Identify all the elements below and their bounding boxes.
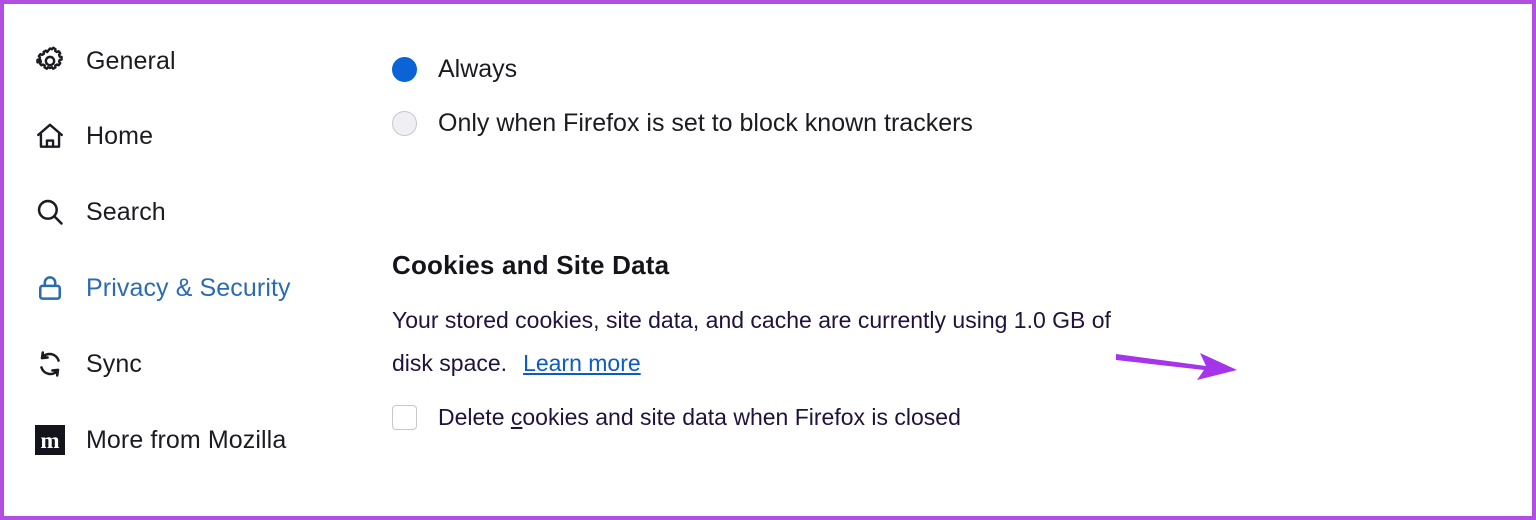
- firefox-settings-window: General Home Search: [0, 0, 1536, 520]
- access-key-char: c: [511, 404, 523, 430]
- checkbox-row-delete-cookies-on-close[interactable]: Delete cookies and site data when Firefo…: [392, 404, 961, 431]
- radio-option-only-when-blocking[interactable]: Only when Firefox is set to block known …: [392, 109, 973, 138]
- section-heading-cookies-and-site-data: Cookies and Site Data: [392, 250, 669, 281]
- sidebar-item-label: Search: [86, 198, 166, 227]
- gear-icon: [32, 43, 68, 79]
- sidebar-item-more-from-mozilla[interactable]: m More from Mozilla: [32, 421, 286, 459]
- radio-option-label: Only when Firefox is set to block known …: [438, 109, 973, 138]
- cookies-storage-description-text: Your stored cookies, site data, and cach…: [392, 307, 1111, 376]
- sidebar-item-label: Home: [86, 122, 153, 151]
- lock-icon: [32, 270, 68, 306]
- settings-sidebar: General Home Search: [4, 4, 376, 516]
- sidebar-item-label: Sync: [86, 350, 142, 379]
- label-prefix: Delete: [438, 404, 511, 430]
- sync-icon: [32, 346, 68, 382]
- sidebar-item-search[interactable]: Search: [32, 193, 166, 231]
- mozilla-m-icon: m: [32, 422, 68, 458]
- cookies-storage-description: Your stored cookies, site data, and cach…: [392, 299, 1132, 385]
- sidebar-item-privacy-security[interactable]: Privacy & Security: [32, 269, 291, 307]
- home-icon: [32, 118, 68, 154]
- settings-main-pane: Always Only when Firefox is set to block…: [376, 4, 1532, 516]
- radio-indicator-unselected[interactable]: [392, 111, 417, 136]
- search-icon: [32, 194, 68, 230]
- sidebar-item-label: More from Mozilla: [86, 426, 286, 455]
- sidebar-item-sync[interactable]: Sync: [32, 345, 142, 383]
- sidebar-item-label: General: [86, 47, 176, 76]
- sidebar-item-general[interactable]: General: [32, 42, 176, 80]
- radio-option-label: Always: [438, 55, 517, 84]
- learn-more-link[interactable]: Learn more: [523, 350, 641, 376]
- radio-indicator-selected[interactable]: [392, 57, 417, 82]
- delete-cookies-checkbox-label: Delete cookies and site data when Firefo…: [438, 404, 961, 431]
- radio-option-always[interactable]: Always: [392, 55, 517, 84]
- delete-cookies-checkbox[interactable]: [392, 405, 417, 430]
- sidebar-item-label: Privacy & Security: [86, 274, 291, 303]
- sidebar-item-home[interactable]: Home: [32, 117, 153, 155]
- label-suffix: ookies and site data when Firefox is clo…: [522, 404, 961, 430]
